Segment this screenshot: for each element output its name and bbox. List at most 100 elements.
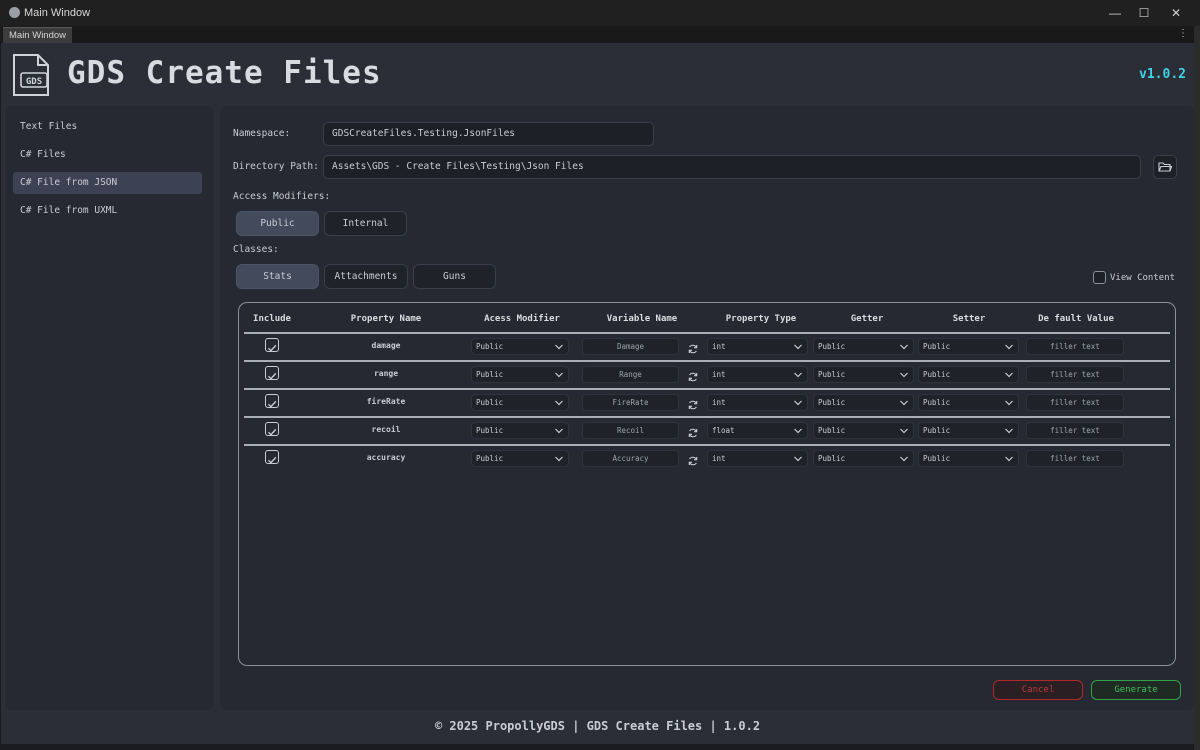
chevron-down-icon <box>794 456 802 462</box>
access-public-button[interactable]: Public <box>236 211 319 236</box>
cancel-button[interactable]: Cancel <box>993 680 1083 700</box>
property-type-dropdown-value: int <box>712 398 726 407</box>
chevron-down-icon <box>1005 400 1013 406</box>
logo-text: GDS <box>26 77 42 87</box>
include-checkbox[interactable] <box>265 450 279 464</box>
variable-name-field[interactable]: FireRate <box>582 394 679 411</box>
header-access-modifier: Acess Modifier <box>484 314 560 324</box>
property-type-dropdown[interactable]: int <box>707 394 808 411</box>
access-modifier-dropdown-value: Public <box>476 426 504 435</box>
chevron-down-icon <box>555 400 563 406</box>
property-type-dropdown-value: int <box>712 370 726 379</box>
sidebar-item-text-files[interactable]: Text Files <box>13 116 202 138</box>
maximize-button[interactable]: ☐ <box>1136 5 1152 21</box>
chevron-down-icon <box>555 344 563 350</box>
variable-name-field[interactable]: Recoil <box>582 422 679 439</box>
check-icon <box>268 344 277 352</box>
namespace-field[interactable]: GDSCreateFiles.Testing.JsonFiles <box>323 122 654 146</box>
property-type-dropdown-value: float <box>712 426 735 435</box>
sidebar-item-cs-files[interactable]: C# Files <box>13 144 202 166</box>
view-content-checkbox[interactable] <box>1093 271 1106 284</box>
access-modifiers-label: Access Modifiers: <box>233 191 331 202</box>
setter-dropdown-value: Public <box>923 454 951 463</box>
sidebar-item-cs-from-uxml[interactable]: C# File from UXML <box>13 200 202 222</box>
setter-dropdown[interactable]: Public <box>918 450 1019 467</box>
access-modifier-dropdown[interactable]: Public <box>471 394 569 411</box>
access-modifier-dropdown[interactable]: Public <box>471 422 569 439</box>
chevron-down-icon <box>900 372 908 378</box>
default-value-field[interactable]: filler text <box>1026 450 1124 467</box>
property-name: accuracy <box>366 453 406 462</box>
chevron-down-icon <box>1005 456 1013 462</box>
setter-dropdown[interactable]: Public <box>918 422 1019 439</box>
refresh-icon[interactable] <box>687 396 699 410</box>
property-name: fireRate <box>366 397 406 406</box>
directory-path-field[interactable]: Assets\GDS - Create Files\Testing\Json F… <box>323 155 1141 179</box>
access-modifier-dropdown[interactable]: Public <box>471 450 569 467</box>
property-name: recoil <box>371 425 401 434</box>
class-tab-guns[interactable]: Guns <box>413 264 496 289</box>
variable-name-field[interactable]: Damage <box>582 338 679 355</box>
directory-path-label: Directory Path: <box>233 161 319 172</box>
getter-dropdown[interactable]: Public <box>813 338 914 355</box>
property-type-dropdown[interactable]: float <box>707 422 808 439</box>
include-checkbox[interactable] <box>265 422 279 436</box>
include-checkbox[interactable] <box>265 394 279 408</box>
folder-icon <box>1158 162 1173 172</box>
default-value-field[interactable]: filler text <box>1026 366 1124 383</box>
include-checkbox[interactable] <box>265 338 279 352</box>
app-icon <box>9 7 20 18</box>
getter-dropdown[interactable]: Public <box>813 394 914 411</box>
header-property-name: Property Name <box>350 314 422 324</box>
refresh-icon[interactable] <box>687 424 699 438</box>
getter-dropdown[interactable]: Public <box>813 422 914 439</box>
file-logo-icon: GDS <box>13 54 49 96</box>
default-value-field[interactable]: filler text <box>1026 394 1124 411</box>
access-internal-button[interactable]: Internal <box>324 211 407 236</box>
setter-dropdown[interactable]: Public <box>918 394 1019 411</box>
chevron-down-icon <box>900 400 908 406</box>
namespace-label: Namespace: <box>233 128 291 139</box>
access-modifier-dropdown[interactable]: Public <box>471 366 569 383</box>
class-tab-stats[interactable]: Stats <box>236 264 319 289</box>
property-type-dropdown[interactable]: int <box>707 338 808 355</box>
chevron-down-icon <box>900 344 908 350</box>
chevron-down-icon <box>1005 344 1013 350</box>
class-tab-attachments[interactable]: Attachments <box>324 264 408 289</box>
chevron-down-icon <box>555 456 563 462</box>
refresh-icon[interactable] <box>687 452 699 466</box>
header-setter: Setter <box>952 314 986 324</box>
row-divider <box>244 416 1170 418</box>
minimize-button[interactable]: — <box>1107 5 1123 21</box>
include-checkbox[interactable] <box>265 366 279 380</box>
chevron-down-icon <box>794 372 802 378</box>
classes-label: Classes: <box>233 244 279 255</box>
chevron-down-icon <box>1005 372 1013 378</box>
refresh-icon[interactable] <box>687 368 699 382</box>
access-modifier-dropdown[interactable]: Public <box>471 338 569 355</box>
property-name: damage <box>371 341 401 350</box>
window-title: Main Window <box>24 7 91 19</box>
getter-dropdown[interactable]: Public <box>813 366 914 383</box>
tab-menu-icon[interactable]: ⋮ <box>1178 26 1188 42</box>
browse-folder-button[interactable] <box>1153 155 1177 179</box>
close-button[interactable]: ✕ <box>1168 5 1184 21</box>
tab-main-window[interactable]: Main Window <box>3 27 73 43</box>
property-type-dropdown[interactable]: int <box>707 366 808 383</box>
variable-name-field[interactable]: Accuracy <box>582 450 679 467</box>
setter-dropdown[interactable]: Public <box>918 338 1019 355</box>
getter-dropdown[interactable]: Public <box>813 450 914 467</box>
footer-text: © 2025 PropollyGDS | GDS Create Files | … <box>434 719 761 733</box>
setter-dropdown-value: Public <box>923 370 951 379</box>
generate-button[interactable]: Generate <box>1091 680 1181 700</box>
default-value-field[interactable]: filler text <box>1026 338 1124 355</box>
variable-name-field[interactable]: Range <box>582 366 679 383</box>
chevron-down-icon <box>1005 428 1013 434</box>
setter-dropdown[interactable]: Public <box>918 366 1019 383</box>
default-value-field[interactable]: filler text <box>1026 422 1124 439</box>
row-divider <box>244 444 1170 446</box>
refresh-icon[interactable] <box>687 340 699 354</box>
sidebar-item-cs-from-json[interactable]: C# File from JSON <box>13 172 202 194</box>
property-type-dropdown[interactable]: int <box>707 450 808 467</box>
access-modifier-dropdown-value: Public <box>476 342 504 351</box>
